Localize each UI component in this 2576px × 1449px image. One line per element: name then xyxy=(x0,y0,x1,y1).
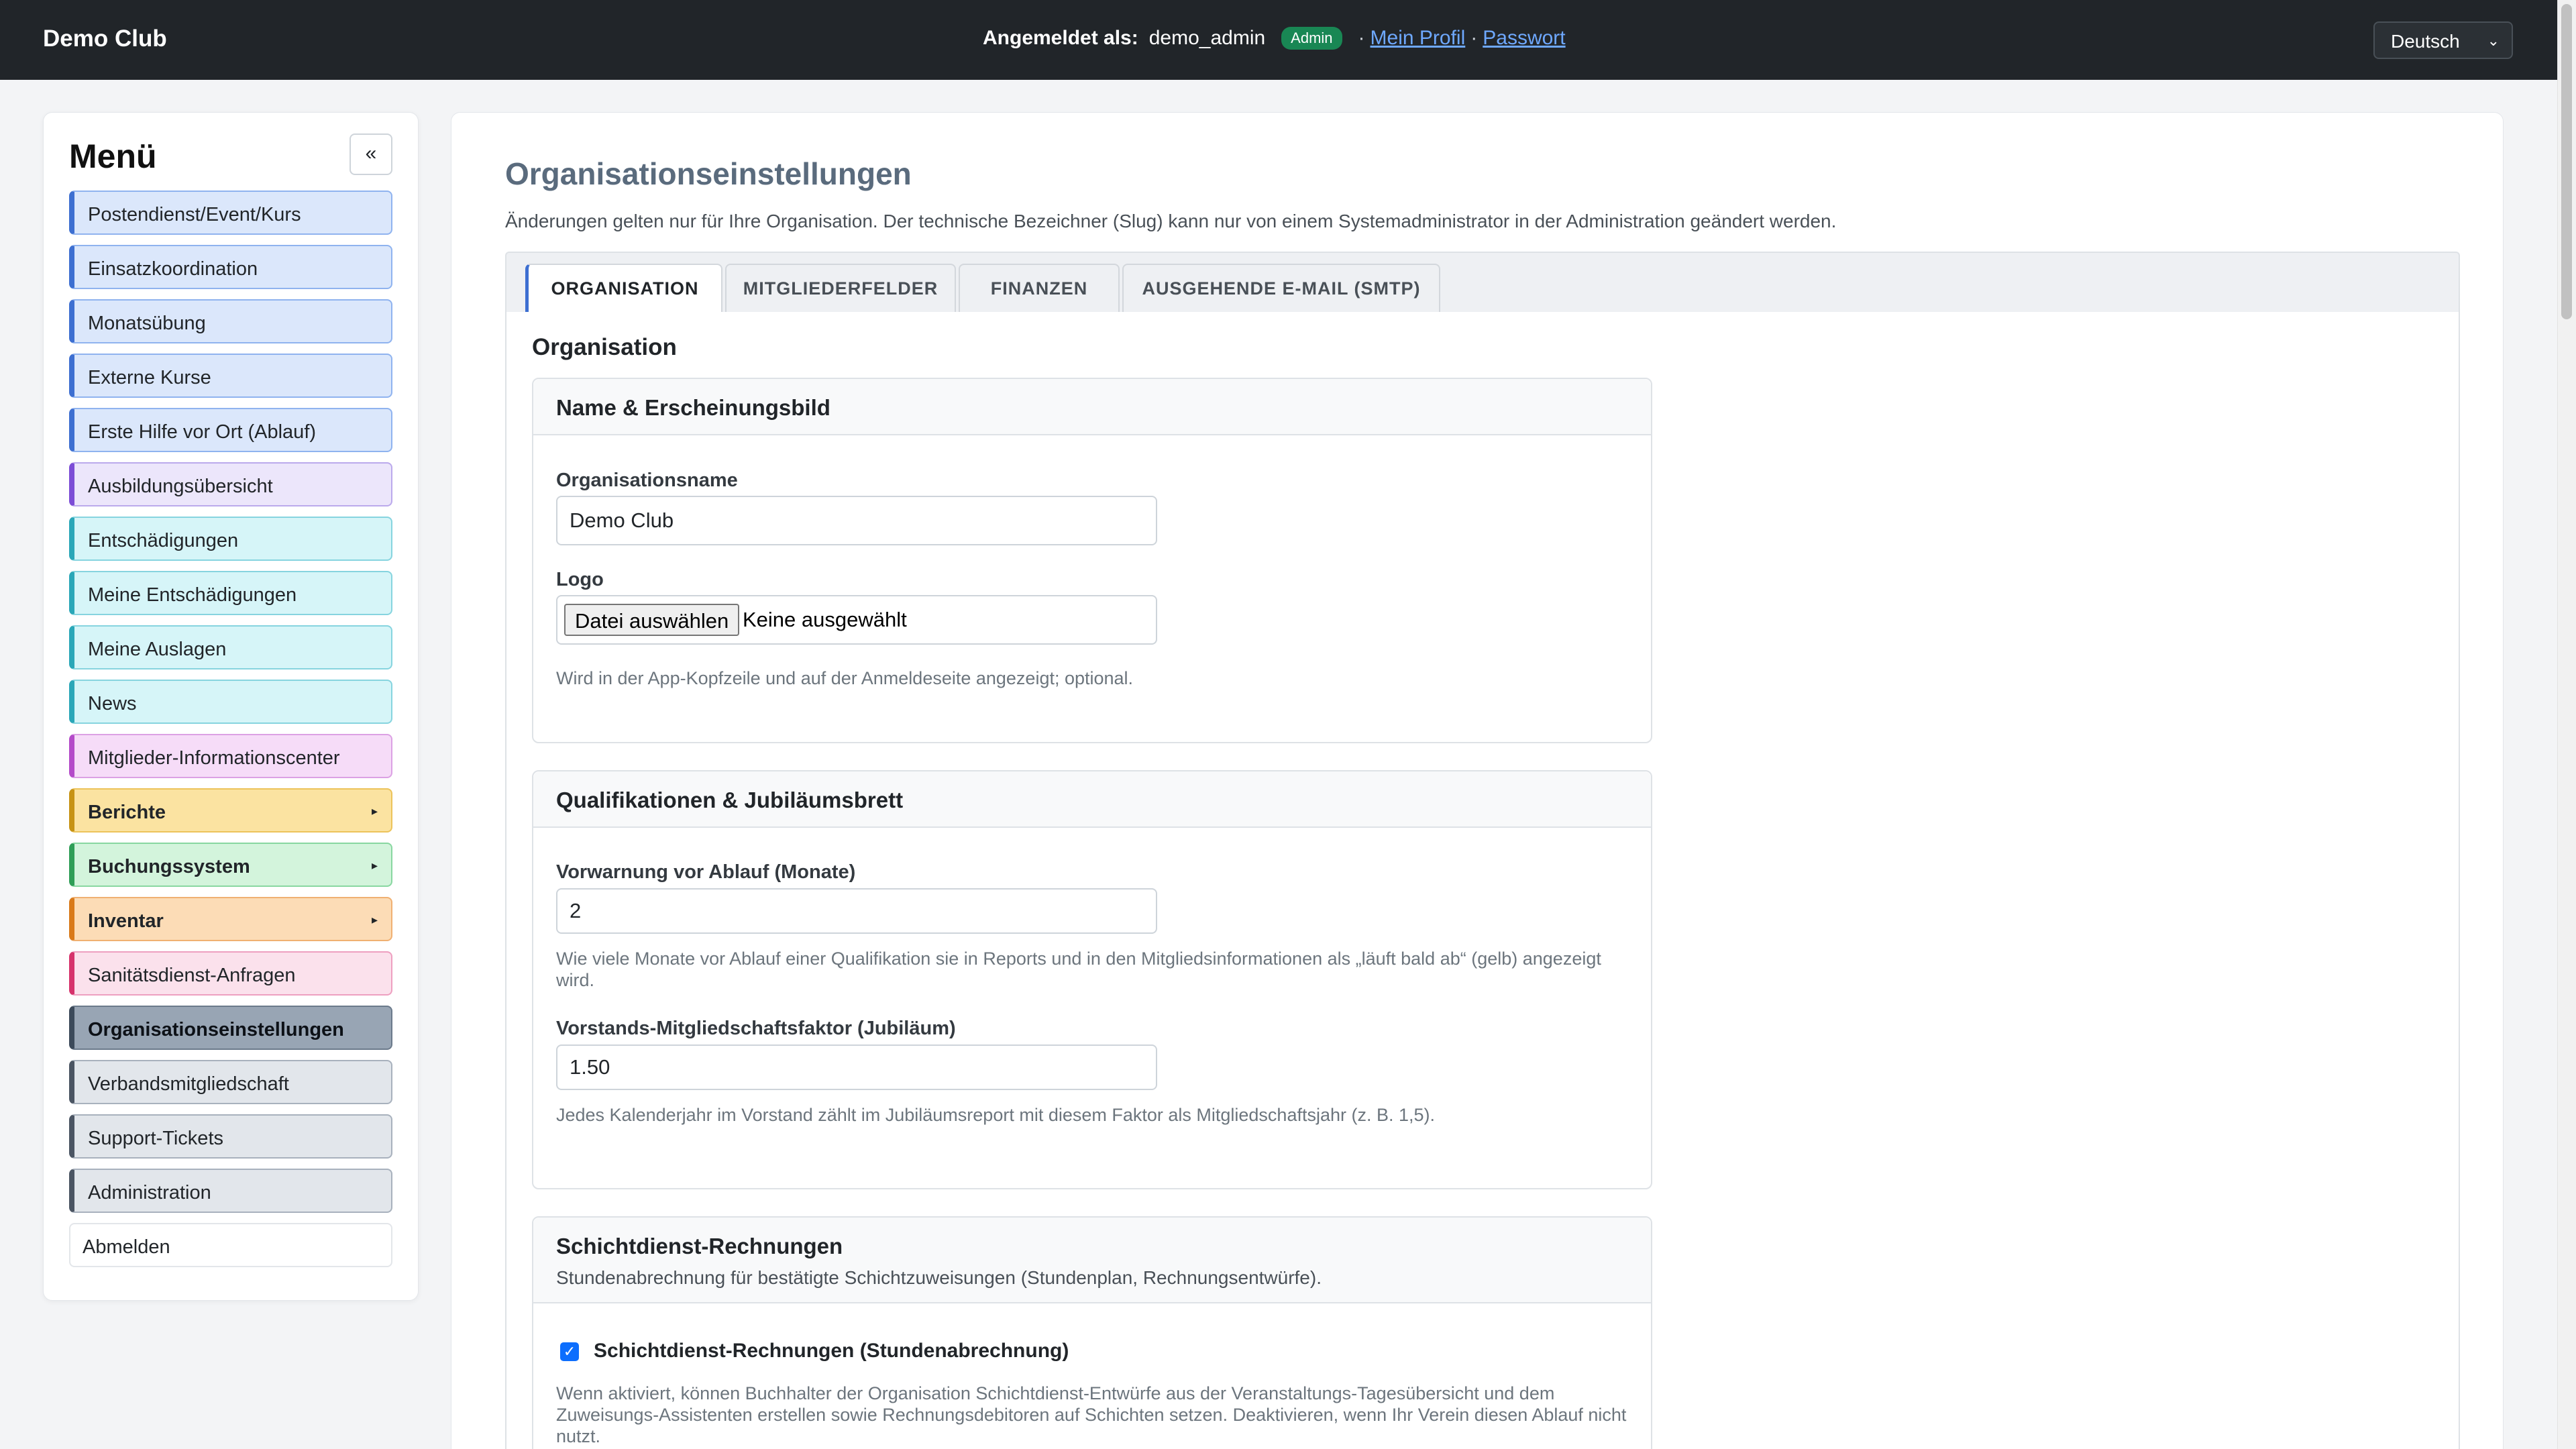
sidebar-item-label: Postendienst/Event/Kurs xyxy=(88,204,301,225)
page-title: Organisationseinstellungen xyxy=(505,156,912,191)
sidebar-item-label: Abmelden xyxy=(83,1236,170,1258)
sidebar-item-meine-entschaedigungen[interactable]: Meine Entschädigungen xyxy=(69,571,392,615)
section-title: Organisation xyxy=(532,334,677,360)
sidebar-item-label: Ausbildungsübersicht xyxy=(88,476,273,497)
sidebar-item-label: Support-Tickets xyxy=(88,1128,223,1149)
card-name-appearance: Name & Erscheinungsbild Organisationsnam… xyxy=(532,378,1652,743)
sidebar-item-label: Meine Auslagen xyxy=(88,639,227,660)
language-value: Deutsch xyxy=(2391,31,2460,52)
card-shift-invoices: Schichtdienst-Rechnungen Stundenabrechnu… xyxy=(532,1216,1652,1449)
collapse-sidebar-button[interactable]: « xyxy=(350,133,392,175)
logo-file-input[interactable]: Datei auswählen Keine ausgewählt xyxy=(556,595,1157,645)
card-header: Qualifikationen & Jubiläumsbrett xyxy=(533,771,1651,828)
sidebar-item-meine-auslagen[interactable]: Meine Auslagen xyxy=(69,625,392,669)
sidebar-item-erste-hilfe[interactable]: Erste Hilfe vor Ort (Ablauf) xyxy=(69,408,392,452)
sidebar: Menü « Postendienst/Event/Kurs Einsatzko… xyxy=(43,112,419,1301)
sidebar-item-einsatzkoordination[interactable]: Einsatzkoordination xyxy=(69,245,392,289)
sidebar-item-label: News xyxy=(88,693,137,714)
sidebar-item-abmelden[interactable]: Abmelden xyxy=(69,1223,392,1267)
warn-months-label: Vorwarnung vor Ablauf (Monate) xyxy=(556,861,856,883)
login-info: Angemeldet als: demo_admin Admin · Mein … xyxy=(983,27,1566,50)
sidebar-item-label: Buchungssystem xyxy=(88,856,250,877)
board-factor-help: Jedes Kalenderjahr im Vorstand zählt im … xyxy=(556,1105,1436,1125)
sidebar-item-label: Monatsübung xyxy=(88,313,206,334)
sidebar-item-label: Meine Entschädigungen xyxy=(88,584,297,606)
page-subtitle: Änderungen gelten nur für Ihre Organisat… xyxy=(505,211,1837,231)
sidebar-item-buchungssystem[interactable]: Buchungssystem ▸ xyxy=(69,843,392,887)
choose-file-button[interactable]: Datei auswählen xyxy=(564,604,740,636)
sidebar-item-organisationseinstellungen[interactable]: Organisationseinstellungen xyxy=(69,1006,392,1050)
sidebar-item-monatsuebung[interactable]: Monatsübung xyxy=(69,299,392,343)
sidebar-item-label: Berichte xyxy=(88,802,166,823)
sidebar-item-label: Erste Hilfe vor Ort (Ablauf) xyxy=(88,421,317,443)
sidebar-item-sanitaetsdienst[interactable]: Sanitätsdienst-Anfragen xyxy=(69,951,392,996)
board-factor-label: Vorstands-Mitgliedschaftsfaktor (Jubiläu… xyxy=(556,1018,956,1039)
sidebar-item-news[interactable]: News xyxy=(69,680,392,724)
sidebar-item-label: Organisationseinstellungen xyxy=(88,1019,344,1040)
tab-organisation[interactable]: ORGANISATION xyxy=(525,264,722,315)
sidebar-item-label: Sanitätsdienst-Anfragen xyxy=(88,965,296,986)
sidebar-item-label: Administration xyxy=(88,1182,211,1203)
warn-months-help: Wie viele Monate vor Ablauf einer Qualif… xyxy=(556,949,1601,990)
sidebar-item-ausbildungsuebersicht[interactable]: Ausbildungsübersicht xyxy=(69,462,392,506)
password-link[interactable]: Passwort xyxy=(1483,27,1565,50)
chevron-down-icon: ⌄ xyxy=(2487,32,2500,49)
sidebar-title: Menü xyxy=(69,138,157,175)
logo-help-text: Wird in der App-Kopfzeile und auf der An… xyxy=(556,668,1134,688)
main-panel: Organisationseinstellungen Änderungen ge… xyxy=(451,112,2504,1449)
language-select[interactable]: Deutsch ⌄ xyxy=(2373,21,2513,59)
sidebar-item-support-tickets[interactable]: Support-Tickets xyxy=(69,1114,392,1159)
sidebar-item-label: Inventar xyxy=(88,910,164,932)
shift-invoices-checkbox[interactable]: ✓ xyxy=(560,1342,579,1361)
shift-invoices-label[interactable]: Schichtdienst-Rechnungen (Stundenabrechn… xyxy=(594,1340,1069,1362)
card-title: Qualifikationen & Jubiläumsbrett xyxy=(556,788,904,812)
profile-link[interactable]: Mein Profil xyxy=(1371,27,1466,50)
sidebar-item-label: Verbandsmitgliedschaft xyxy=(88,1073,289,1095)
sidebar-item-administration[interactable]: Administration xyxy=(69,1169,392,1213)
card-qualifications: Qualifikationen & Jubiläumsbrett Vorwarn… xyxy=(532,770,1652,1189)
sidebar-item-label: Entschädigungen xyxy=(88,530,239,551)
tab-mitgliederfelder[interactable]: MITGLIEDERFELDER xyxy=(725,264,956,313)
shift-invoices-help: Wenn aktiviert, können Buchhalter der Or… xyxy=(556,1383,1627,1446)
tab-smtp[interactable]: AUSGEHENDE E-MAIL (SMTP) xyxy=(1122,264,1440,313)
card-title: Schichtdienst-Rechnungen xyxy=(556,1234,843,1258)
sidebar-item-inventar[interactable]: Inventar ▸ xyxy=(69,897,392,941)
org-name-input[interactable]: Demo Club xyxy=(556,496,1157,545)
card-header: Name & Erscheinungsbild xyxy=(533,379,1651,435)
sidebar-item-verbandsmitgliedschaft[interactable]: Verbandsmitgliedschaft xyxy=(69,1060,392,1104)
sidebar-item-label: Mitglieder-Informationscenter xyxy=(88,747,340,769)
tab-finanzen[interactable]: FINANZEN xyxy=(959,264,1120,313)
brand-logo[interactable]: Demo Club xyxy=(43,25,167,52)
separator: · xyxy=(1470,27,1478,49)
board-factor-input[interactable]: 1.50 xyxy=(556,1044,1157,1090)
file-status: Keine ausgewählt xyxy=(743,608,907,631)
sidebar-item-postendienst[interactable]: Postendienst/Event/Kurs xyxy=(69,191,392,235)
separator: · xyxy=(1358,27,1365,49)
caret-right-icon: ▸ xyxy=(371,859,378,872)
caret-right-icon: ▸ xyxy=(371,913,378,926)
caret-right-icon: ▸ xyxy=(371,804,378,818)
sidebar-item-berichte[interactable]: Berichte ▸ xyxy=(69,788,392,833)
card-title: Name & Erscheinungsbild xyxy=(556,395,830,420)
username: demo_admin xyxy=(1148,27,1266,49)
role-badge: Admin xyxy=(1281,27,1342,50)
sidebar-item-mitglieder-info[interactable]: Mitglieder-Informationscenter xyxy=(69,734,392,778)
card-subtitle: Stundenabrechnung für bestätigte Schicht… xyxy=(556,1267,1322,1288)
tab-bar: ORGANISATION MITGLIEDERFELDER FINANZEN A… xyxy=(505,252,2460,315)
top-bar: Demo Club Angemeldet als: demo_admin Adm… xyxy=(0,0,2576,80)
sidebar-item-label: Externe Kurse xyxy=(88,367,211,388)
sidebar-item-externe-kurse[interactable]: Externe Kurse xyxy=(69,354,392,398)
logo-label: Logo xyxy=(556,569,604,590)
logged-in-label: Angemeldet als: xyxy=(983,27,1138,49)
card-header: Schichtdienst-Rechnungen Stundenabrechnu… xyxy=(533,1218,1651,1303)
warn-months-input[interactable]: 2 xyxy=(556,888,1157,934)
sidebar-item-label: Einsatzkoordination xyxy=(88,258,258,280)
sidebar-item-entschaedigungen[interactable]: Entschädigungen xyxy=(69,517,392,561)
scrollbar-thumb[interactable] xyxy=(2561,4,2572,319)
org-name-label: Organisationsname xyxy=(556,470,738,491)
